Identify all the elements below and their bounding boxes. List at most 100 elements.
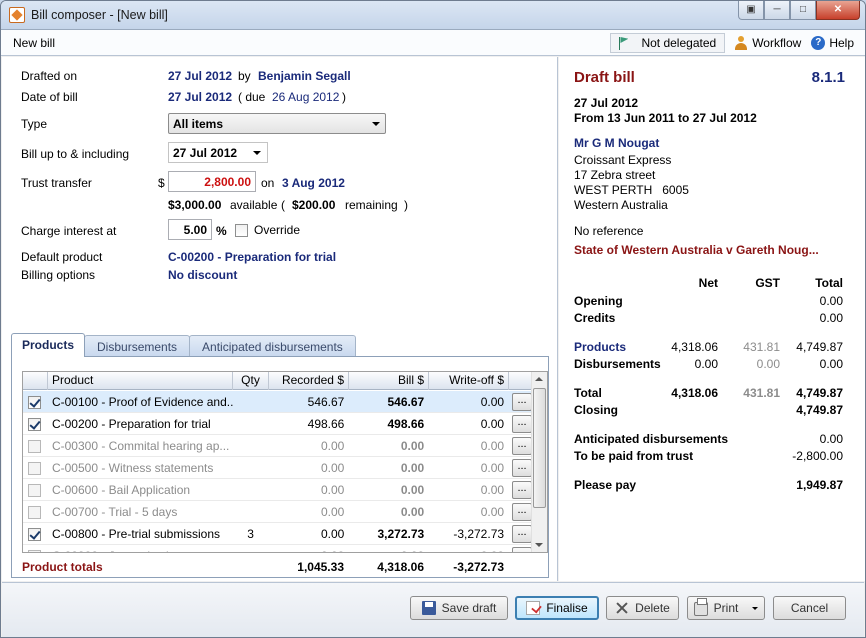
header-qty[interactable]: Qty bbox=[233, 372, 269, 390]
bill-up-to-date-picker[interactable]: 27 Jul 2012 bbox=[168, 142, 268, 163]
row-bill[interactable]: 0.00 bbox=[348, 479, 428, 501]
row-writeoff[interactable]: 0.00 bbox=[428, 391, 508, 413]
trust-date-link[interactable]: 3 Aug 2012 bbox=[282, 176, 345, 190]
print-button[interactable]: Print bbox=[687, 596, 765, 620]
row-qty[interactable] bbox=[233, 391, 269, 413]
due-date-link[interactable]: 26 Aug 2012 bbox=[272, 90, 339, 104]
row-bill[interactable]: 0.00 bbox=[348, 545, 428, 553]
header-bill[interactable]: Bill $ bbox=[349, 372, 429, 390]
drafted-on-date: 27 Jul 2012 bbox=[168, 69, 233, 83]
paid-from-trust-label: To be paid from trust bbox=[574, 449, 694, 463]
row-qty[interactable]: 3 bbox=[233, 523, 269, 545]
interest-rate-input[interactable]: 5.00 bbox=[168, 219, 212, 240]
row-bill[interactable]: 546.67 bbox=[348, 391, 428, 413]
type-select[interactable]: All items bbox=[168, 113, 386, 134]
row-checkbox[interactable] bbox=[28, 439, 41, 453]
table-row[interactable]: C-00500 - Witness statements 0.00 0.00 0.00… bbox=[23, 457, 532, 479]
row-qty[interactable] bbox=[233, 457, 269, 479]
row-details-button[interactable]: ... bbox=[512, 436, 532, 455]
row-checkbox[interactable] bbox=[28, 395, 41, 409]
address-line-2: 17 Zebra street bbox=[574, 168, 656, 182]
cancel-button[interactable]: Cancel bbox=[773, 596, 846, 620]
row-details-button[interactable]: ... bbox=[512, 502, 532, 521]
row-bill[interactable]: 0.00 bbox=[348, 457, 428, 479]
row-bill[interactable]: 0.00 bbox=[348, 435, 428, 457]
row-qty[interactable] bbox=[233, 413, 269, 435]
row-product: C-00700 - Trial - 5 days bbox=[51, 504, 178, 519]
row-checkbox[interactable] bbox=[28, 549, 41, 552]
product-totals-row: Product totals 1,045.33 4,318.06 -3,272.… bbox=[22, 560, 531, 576]
drafted-by-user: Benjamin Segall bbox=[258, 69, 351, 83]
delegation-button[interactable]: Not delegated bbox=[610, 33, 726, 53]
table-row[interactable]: C-00100 - Proof of Evidence and... 546.67… bbox=[23, 391, 532, 413]
header-product[interactable]: Product bbox=[48, 372, 233, 390]
row-qty[interactable] bbox=[233, 501, 269, 523]
delete-button[interactable]: Delete bbox=[606, 596, 679, 620]
row-checkbox-cell[interactable] bbox=[23, 413, 48, 435]
row-bill[interactable]: 3,272.73 bbox=[348, 523, 428, 545]
row-checkbox-cell[interactable] bbox=[23, 391, 48, 413]
row-writeoff[interactable]: 0.00 bbox=[428, 545, 508, 553]
row-checkbox-cell[interactable] bbox=[23, 457, 48, 479]
scroll-up-icon[interactable] bbox=[535, 377, 543, 381]
workflow-button[interactable]: Workflow bbox=[729, 33, 806, 53]
row-checkbox[interactable] bbox=[28, 417, 41, 431]
row-checkbox[interactable] bbox=[28, 527, 41, 541]
row-writeoff[interactable]: 0.00 bbox=[428, 501, 508, 523]
close-icon[interactable]: ✕ bbox=[816, 1, 860, 20]
row-checkbox[interactable] bbox=[28, 505, 41, 519]
tab-anticipated-disbursements[interactable]: Anticipated disbursements bbox=[189, 335, 356, 357]
row-checkbox-cell[interactable] bbox=[23, 523, 48, 545]
row-details-button[interactable]: ... bbox=[512, 414, 532, 433]
vertical-scrollbar[interactable] bbox=[531, 372, 547, 552]
override-checkbox[interactable] bbox=[235, 223, 248, 237]
minimize-icon[interactable]: ─ bbox=[764, 1, 790, 20]
default-product-link[interactable]: C-00200 - Preparation for trial bbox=[168, 250, 336, 264]
trust-amount-input[interactable]: 2,800.00 bbox=[168, 171, 256, 192]
table-row[interactable]: C-00300 - Commital hearing ap... 0.00 0.00… bbox=[23, 435, 532, 457]
row-checkbox-cell[interactable] bbox=[23, 435, 48, 457]
percent-symbol: % bbox=[216, 224, 227, 238]
maximize-icon[interactable]: □ bbox=[790, 1, 816, 20]
row-details-button[interactable]: ... bbox=[512, 480, 532, 499]
row-qty[interactable] bbox=[233, 545, 269, 553]
table-row[interactable]: C-00600 - Bail Application 0.00 0.00 0.00..… bbox=[23, 479, 532, 501]
row-writeoff[interactable]: 0.00 bbox=[428, 435, 508, 457]
header-writeoff[interactable]: Write-off $ bbox=[429, 372, 509, 390]
row-details-button[interactable]: ... bbox=[512, 546, 532, 552]
tab-disbursements[interactable]: Disbursements bbox=[84, 335, 191, 357]
scroll-thumb[interactable] bbox=[533, 388, 546, 508]
row-product: C-00100 - Proof of Evidence and... bbox=[51, 394, 233, 409]
row-checkbox-cell[interactable] bbox=[23, 501, 48, 523]
restore-down-icon[interactable]: ▣ bbox=[738, 1, 764, 20]
table-row[interactable]: C-00900 - Jury selection0.000.000.00... bbox=[23, 545, 532, 553]
row-writeoff[interactable]: 0.00 bbox=[428, 413, 508, 435]
header-recorded[interactable]: Recorded $ bbox=[269, 372, 349, 390]
row-writeoff[interactable]: -3,272.73 bbox=[428, 523, 508, 545]
save-draft-button[interactable]: Save draft bbox=[410, 596, 508, 620]
billing-options-link[interactable]: No discount bbox=[168, 268, 237, 282]
override-checkbox-group[interactable]: Override bbox=[235, 223, 300, 237]
table-row[interactable]: C-00800 - Pre-trial submissions 3 0.00 3,27… bbox=[23, 523, 532, 545]
help-button[interactable]: ? Help bbox=[806, 33, 859, 53]
row-details-button[interactable]: ... bbox=[512, 458, 532, 477]
row-checkbox-cell[interactable] bbox=[23, 479, 48, 501]
row-writeoff[interactable]: 0.00 bbox=[428, 479, 508, 501]
row-bill[interactable]: 0.00 bbox=[348, 501, 428, 523]
row-writeoff[interactable]: 0.00 bbox=[428, 457, 508, 479]
row-qty[interactable] bbox=[233, 435, 269, 457]
row-checkbox-cell[interactable] bbox=[23, 545, 48, 552]
table-row[interactable]: C-00700 - Trial - 5 days 0.00 0.00 0.00... bbox=[23, 501, 532, 523]
table-row[interactable]: C-00200 - Preparation for trial 498.66 498… bbox=[23, 413, 532, 435]
row-checkbox[interactable] bbox=[28, 483, 41, 497]
date-of-bill-link[interactable]: 27 Jul 2012 bbox=[168, 90, 232, 104]
row-details-button[interactable]: ... bbox=[512, 524, 532, 543]
address-line-4: Western Australia bbox=[574, 198, 668, 212]
tab-products[interactable]: Products bbox=[11, 333, 86, 357]
finalise-button[interactable]: Finalise bbox=[515, 596, 599, 620]
scroll-down-icon[interactable] bbox=[535, 543, 543, 547]
row-checkbox[interactable] bbox=[28, 461, 41, 475]
row-details-button[interactable]: ... bbox=[512, 392, 532, 411]
row-qty[interactable] bbox=[233, 479, 269, 501]
row-bill[interactable]: 498.66 bbox=[348, 413, 428, 435]
